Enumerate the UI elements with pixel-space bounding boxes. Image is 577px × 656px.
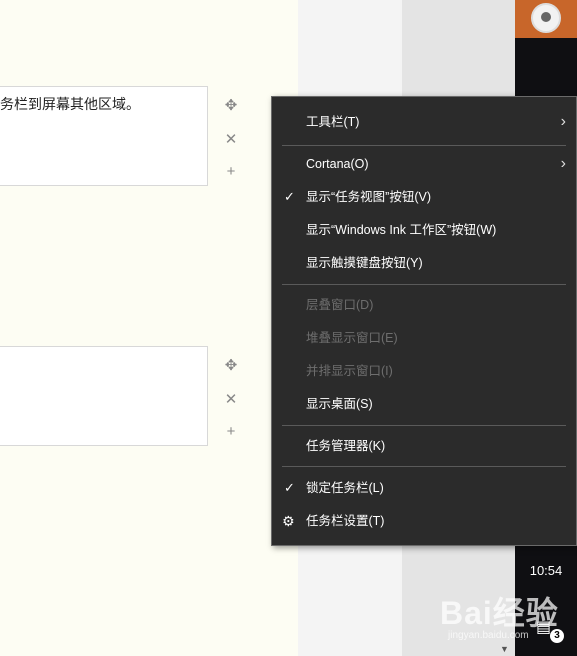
menu-item-label: 层叠窗口(D) — [306, 298, 374, 312]
text-block-1-content: 务栏到屏幕其他区域。 — [0, 96, 140, 112]
move-icon[interactable]: ✥ — [222, 357, 240, 375]
menu-item-label: 锁定任务栏(L) — [306, 481, 384, 495]
taskbar-context-menu: 工具栏(T) › Cortana(O) › ✓ 显示“任务视图”按钮(V) 显示… — [271, 96, 577, 546]
editor-area: 务栏到屏幕其他区域。 ✥ ✕ + ✥ ✕ + — [0, 0, 298, 656]
text-block-1[interactable]: 务栏到屏幕其他区域。 — [0, 86, 208, 186]
scroll-down-icon[interactable]: ▼ — [500, 644, 509, 654]
menu-item-label: 显示“Windows Ink 工作区”按钮(W) — [306, 223, 497, 237]
avatar[interactable] — [531, 3, 561, 33]
menu-item-cascade-windows: 层叠窗口(D) — [272, 290, 576, 320]
menu-item-side-by-side-windows: 并排显示窗口(I) — [272, 356, 576, 386]
menu-divider — [282, 145, 566, 146]
text-block-2[interactable] — [0, 346, 208, 446]
menu-item-label: Cortana(O) — [306, 157, 369, 171]
watermark-url: jingyan.baidu.com — [448, 630, 529, 641]
menu-divider — [282, 425, 566, 426]
close-icon[interactable]: ✕ — [222, 131, 240, 149]
menu-item-task-manager[interactable]: 任务管理器(K) — [272, 431, 576, 461]
menu-item-taskbar-settings[interactable]: ⚙ 任务栏设置(T) — [272, 506, 576, 536]
chevron-right-icon: › — [560, 113, 566, 130]
menu-item-label: 显示触摸键盘按钮(Y) — [306, 256, 423, 270]
taskbar-app-band — [515, 0, 577, 38]
watermark-logo: Bai经验 — [440, 595, 559, 631]
chevron-right-icon: › — [560, 155, 566, 172]
add-icon[interactable]: + — [222, 163, 240, 181]
menu-divider — [282, 284, 566, 285]
move-icon[interactable]: ✥ — [222, 97, 240, 115]
taskbar-clock[interactable]: 10:54 — [515, 563, 577, 578]
close-icon[interactable]: ✕ — [222, 391, 240, 409]
menu-item-lock-taskbar[interactable]: ✓ 锁定任务栏(L) — [272, 473, 576, 503]
menu-item-toolbars[interactable]: 工具栏(T) › — [272, 107, 576, 137]
menu-item-cortana[interactable]: Cortana(O) › — [272, 149, 576, 179]
menu-item-label: 堆叠显示窗口(E) — [306, 331, 398, 345]
add-icon[interactable]: + — [222, 423, 240, 441]
menu-item-show-touch-keyboard[interactable]: 显示触摸键盘按钮(Y) — [272, 248, 576, 278]
menu-item-show-task-view[interactable]: ✓ 显示“任务视图”按钮(V) — [272, 182, 576, 212]
menu-item-show-windows-ink[interactable]: 显示“Windows Ink 工作区”按钮(W) — [272, 215, 576, 245]
menu-divider — [282, 466, 566, 467]
menu-item-label: 任务管理器(K) — [306, 439, 386, 453]
check-icon: ✓ — [284, 189, 295, 204]
menu-item-label: 显示“任务视图”按钮(V) — [306, 190, 431, 204]
gear-icon: ⚙ — [282, 513, 295, 529]
check-icon: ✓ — [284, 480, 295, 495]
menu-item-show-desktop[interactable]: 显示桌面(S) — [272, 389, 576, 419]
menu-item-stack-windows: 堆叠显示窗口(E) — [272, 323, 576, 353]
menu-item-label: 并排显示窗口(I) — [306, 364, 393, 378]
menu-item-label: 任务栏设置(T) — [306, 514, 385, 528]
menu-item-label: 显示桌面(S) — [306, 397, 373, 411]
menu-item-label: 工具栏(T) — [306, 115, 360, 129]
